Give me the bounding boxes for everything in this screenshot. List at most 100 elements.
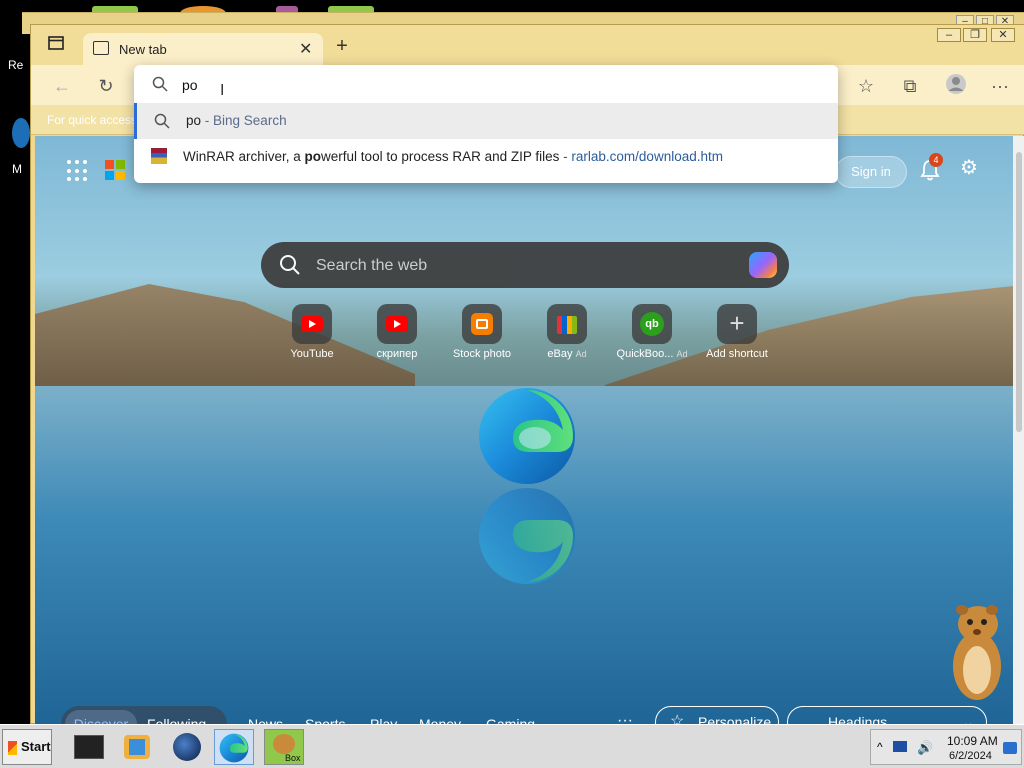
suggestion-text-pre: WinRAR archiver, a — [183, 149, 305, 164]
personalize-button[interactable]: ☆ Personalize — [655, 706, 779, 724]
window-close-button[interactable]: ✕ — [991, 28, 1015, 42]
settings-more-icon[interactable]: ··· — [987, 73, 1013, 99]
taskbar-app-media[interactable] — [118, 729, 158, 765]
suggestion-url: - rarlab.com/download.htm — [559, 149, 723, 164]
suggestion-engine: - Bing Search — [201, 113, 287, 128]
taskbar-app-globe[interactable] — [168, 729, 208, 765]
tab-actions-icon[interactable] — [45, 35, 67, 57]
edge-logo-reflection — [479, 488, 575, 584]
web-search-box[interactable]: Search the web — [261, 242, 789, 288]
quickbooks-icon: qb — [632, 304, 672, 344]
chevron-down-icon: ⌄ — [962, 714, 974, 724]
start-label: Start — [21, 739, 51, 754]
tab-discover[interactable]: Discover — [65, 710, 137, 724]
suggestion-query: po — [186, 113, 202, 128]
suggestion-text-rest: werful tool to process RAR and ZIP files — [321, 149, 560, 164]
youtube-icon — [377, 304, 417, 344]
suggestion-winrar[interactable]: WinRAR archiver, a powerful tool to proc… — [134, 139, 838, 175]
window-minimize-button[interactable]: – — [937, 28, 961, 42]
copilot-icon[interactable] — [749, 252, 777, 278]
tab-close-icon[interactable]: ✕ — [299, 39, 312, 59]
notification-center-icon[interactable] — [1003, 742, 1017, 754]
profile-avatar-icon[interactable] — [943, 73, 969, 99]
shortcut-add[interactable]: + Add shortcut — [692, 304, 782, 360]
shortcut-quickbooks[interactable]: qb QuickBoo... Ad — [607, 304, 697, 360]
start-button[interactable]: Start — [2, 729, 52, 765]
hamster-mascot[interactable] — [948, 600, 1006, 704]
nav-gaming[interactable]: Gaming — [486, 716, 535, 724]
new-tab-button[interactable]: + — [331, 35, 353, 57]
sign-in-button[interactable]: Sign in — [835, 156, 907, 188]
hamster-icon — [273, 734, 295, 754]
shortcut-label: eBay — [547, 348, 573, 360]
address-bar[interactable]: I — [134, 65, 838, 103]
tab-following[interactable]: Following — [147, 710, 206, 724]
plus-icon: + — [717, 304, 757, 344]
shortcut-label: скрипер — [376, 348, 418, 360]
nav-news[interactable]: News — [248, 716, 283, 724]
star-edit-icon: ☆ — [670, 713, 685, 724]
ad-tag: Ad — [575, 349, 587, 359]
taskbar-app-terminal[interactable] — [70, 729, 110, 765]
shortcut-stock-photo[interactable]: Stock photo — [437, 304, 527, 360]
address-bar-dropdown: I po - Bing Search WinRAR archiver, a po… — [134, 65, 838, 183]
blogger-icon — [462, 304, 502, 344]
favorites-star-icon[interactable]: ☆ — [853, 73, 879, 99]
suggestion-text-bold: po — [304, 149, 322, 164]
edge-logo-icon — [479, 388, 575, 484]
app-launcher-icon[interactable] — [67, 160, 89, 182]
edge-icon — [219, 733, 249, 763]
clock-time[interactable]: 10:09 AM — [947, 734, 998, 748]
ebay-bag-icon — [547, 304, 587, 344]
suggestion-bing-search[interactable]: po - Bing Search — [134, 103, 838, 139]
taskbar: Start Box ^ 🔊 10:09 AM 6/2/2024 — [0, 724, 1024, 768]
favorites-bar-text: For quick access — [47, 113, 138, 127]
tray-expand-icon[interactable]: ^ — [877, 740, 883, 754]
network-icon[interactable] — [893, 741, 907, 752]
scrollbar-thumb[interactable] — [1016, 152, 1022, 432]
new-tab-page: Sign in 4 ⚙ Search the web YouTube скрип… — [35, 136, 1013, 724]
tab-new-tab[interactable]: New tab ✕ — [83, 33, 323, 65]
shortcut-label: QuickBoo... — [616, 348, 674, 360]
page-scrollbar[interactable] — [1013, 136, 1024, 724]
tab-strip: New tab ✕ + – ❐ ✕ — [31, 25, 1024, 65]
tab-title: New tab — [119, 42, 167, 57]
back-arrow-icon[interactable]: ← — [49, 73, 75, 99]
text-cursor-icon: I — [220, 82, 225, 99]
search-icon — [279, 254, 301, 281]
shortcut-skriper[interactable]: скрипер — [352, 304, 442, 360]
feed-tab-group: Discover Following — [61, 706, 227, 724]
address-input[interactable] — [182, 74, 822, 96]
refresh-icon[interactable]: ↻ — [93, 73, 119, 99]
taskbar-app-edge[interactable] — [214, 729, 254, 765]
winrar-favicon-icon — [151, 148, 167, 164]
web-search-placeholder: Search the web — [316, 257, 428, 274]
search-icon — [152, 76, 168, 97]
nav-sports[interactable]: Sports — [305, 716, 345, 724]
box-label: Box — [285, 753, 301, 763]
layout-select[interactable]: Headings ⌄ — [787, 706, 987, 724]
search-icon — [154, 113, 170, 132]
window-maximize-button[interactable]: ❐ — [963, 28, 987, 42]
page-settings-gear-icon[interactable]: ⚙ — [957, 156, 981, 180]
desktop-label-2: M — [12, 162, 22, 176]
shortcut-ebay[interactable]: eBay Ad — [522, 304, 612, 360]
windows-flag-icon — [8, 741, 17, 755]
collections-icon[interactable]: ⧉ — [897, 73, 923, 99]
nav-more-button[interactable]: ··· — [617, 712, 633, 724]
microsoft-logo-icon[interactable] — [105, 160, 125, 180]
desktop-globe-icon[interactable] — [12, 118, 30, 148]
personalize-label: Personalize — [698, 714, 772, 724]
system-tray: ^ 🔊 10:09 AM 6/2/2024 — [870, 729, 1022, 765]
screen: Re M – □ ✕ New tab ✕ + – ❐ ✕ ← ↻ ☆ ⧉ ···… — [0, 0, 1024, 768]
youtube-icon — [292, 304, 332, 344]
volume-icon[interactable]: 🔊 — [917, 740, 933, 756]
shortcut-label: YouTube — [290, 348, 334, 360]
clock-date[interactable]: 6/2/2024 — [949, 750, 992, 762]
shortcut-youtube[interactable]: YouTube — [267, 304, 357, 360]
ad-tag: Ad — [676, 349, 688, 359]
nav-play[interactable]: Play — [370, 716, 397, 724]
nav-money[interactable]: Money — [419, 716, 461, 724]
taskbar-app-box[interactable]: Box — [264, 729, 304, 765]
newtab-favicon-icon — [93, 41, 109, 55]
